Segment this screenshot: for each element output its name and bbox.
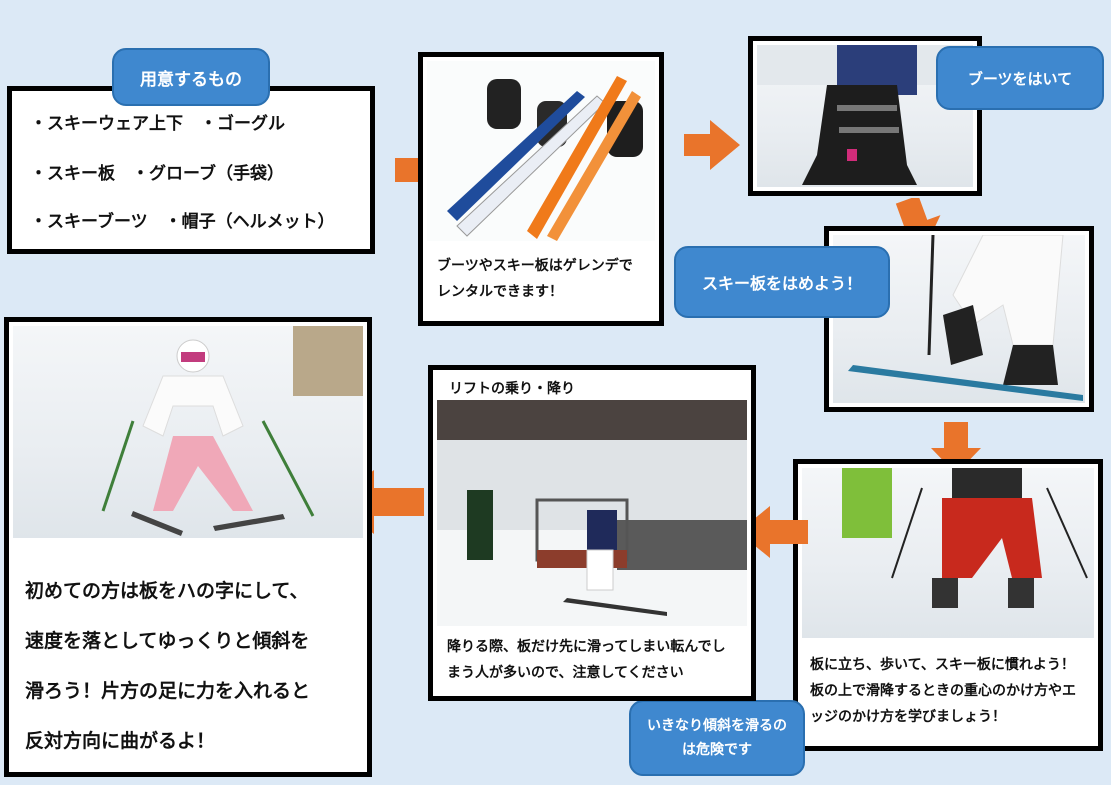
beginner-photo — [13, 326, 363, 538]
walking-photo — [802, 468, 1094, 638]
prepare-item-2: ・スキー板 ・グローブ（手袋） — [30, 164, 284, 184]
walk-text-1: 板に立ち、歩いて、スキー板に慣れよう！ — [810, 657, 1075, 673]
prepare-panel: ・スキーウェア上下 ・ゴーグル ・スキー板 ・グローブ（手袋） ・スキーブーツ … — [7, 86, 375, 254]
prepare-title-bubble: 用意するもの — [112, 48, 270, 106]
lift-panel: リフトの乗り・降り 降りる際、板だけ先に滑ってしまい転んでし まう人が多いので、… — [428, 365, 756, 701]
beginner-text-3: 滑ろう！片方の足に力を入れると — [25, 680, 311, 702]
walk-text-3: ッジのかけ方を学びましょう！ — [810, 709, 1006, 725]
skis-bubble: スキー板をはめよう！ — [674, 246, 890, 318]
warning-text: いきなり傾斜を滑るのは危険です — [647, 718, 787, 758]
rental-text-1: ブーツやスキー板はゲレンデで — [437, 258, 633, 274]
prepare-item-3: ・スキーブーツ ・帽子（ヘルメット） — [30, 212, 335, 232]
lift-title: リフトの乗り・降り — [449, 381, 575, 397]
beginner-text-1: 初めての方は板をハの字にして、 — [25, 580, 309, 602]
walk-panel: 板に立ち、歩いて、スキー板に慣れよう！ 板の上で滑降するときの重心のかけ方やエ … — [793, 459, 1103, 751]
beginner-text-2: 速度を落としてゆっくりと傾斜を — [25, 630, 310, 652]
lift-text-1: 降りる際、板だけ先に滑ってしまい転んでし — [447, 639, 726, 655]
rental-text-2: レンタルできます！ — [437, 284, 563, 300]
prepare-item-1: ・スキーウェア上下 ・ゴーグル — [30, 114, 285, 134]
beginner-text-4: 反対方向に曲がるよ！ — [25, 730, 216, 752]
beginner-panel: 初めての方は板をハの字にして、 速度を落としてゆっくりと傾斜を 滑ろう！片方の足… — [4, 317, 372, 777]
lift-text-2: まう人が多いので、注意してください — [447, 665, 684, 681]
lift-photo — [437, 400, 747, 626]
walk-text-2: 板の上で滑降するときの重心のかけ方やエ — [810, 683, 1076, 699]
skis-boots-photo — [427, 61, 655, 241]
rental-panel: ブーツやスキー板はゲレンデで レンタルできます！ — [418, 52, 664, 326]
warning-bubble: いきなり傾斜を滑るのは危険です — [629, 700, 805, 776]
boots-bubble: ブーツをはいて — [936, 46, 1104, 110]
arrow-right-icon — [684, 120, 740, 170]
